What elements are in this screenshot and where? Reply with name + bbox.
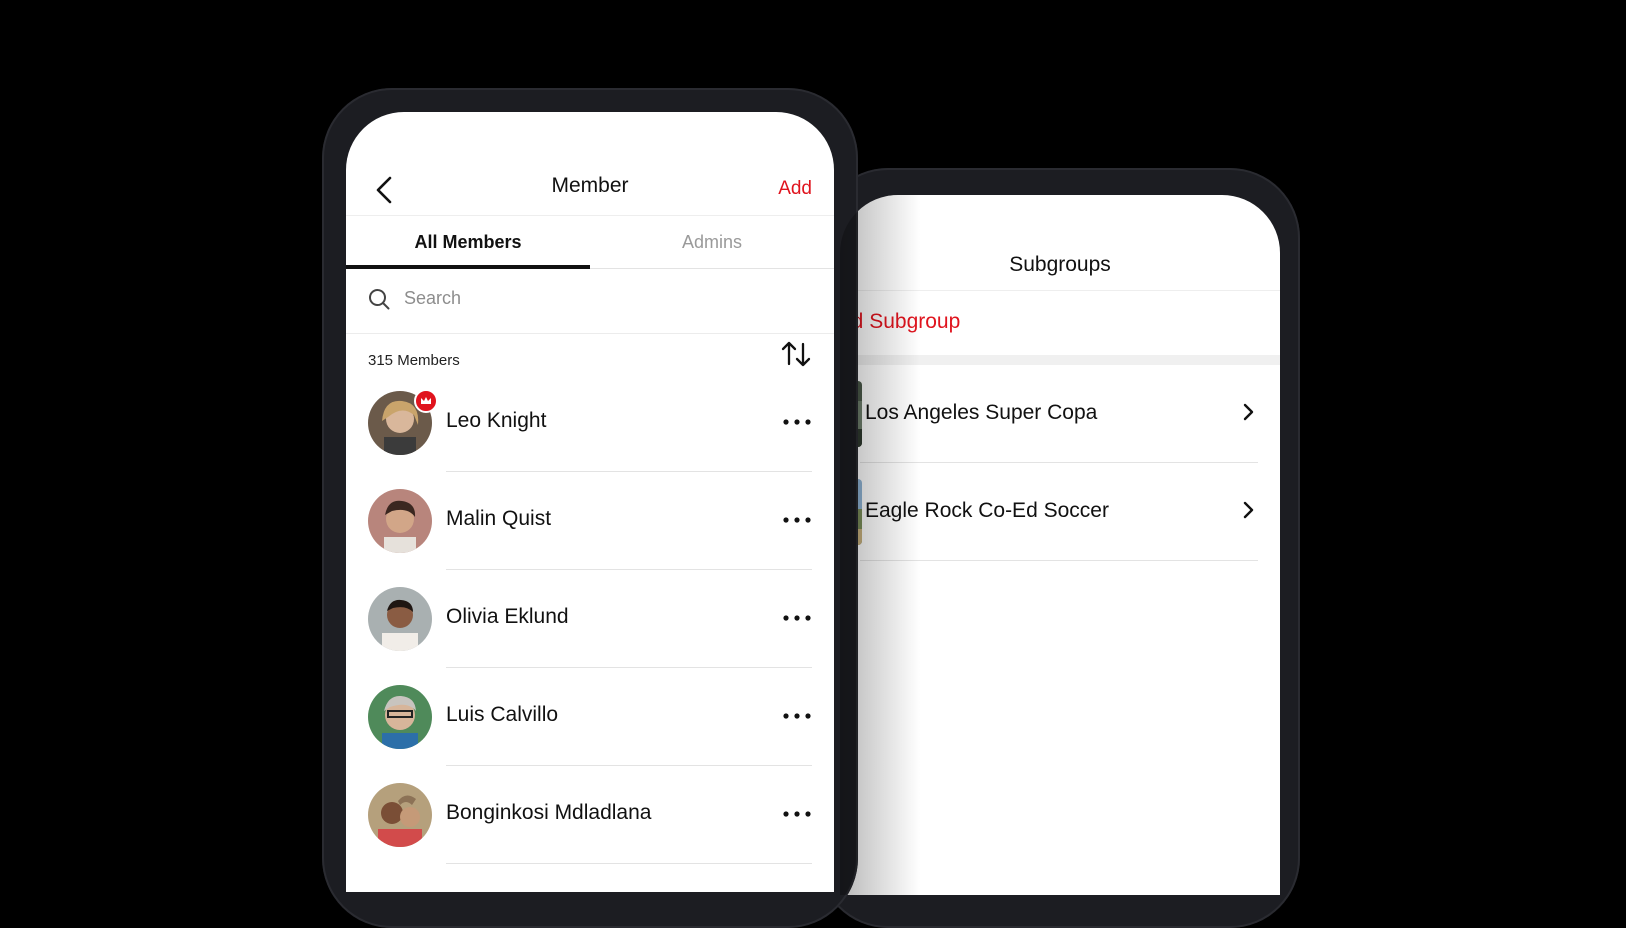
add-member-button[interactable]: Add (778, 178, 812, 200)
page-title: Subgroups (1009, 253, 1111, 276)
member-row[interactable]: Olivia Eklund (346, 570, 834, 668)
search-input[interactable]: Search (404, 288, 461, 309)
tab-bar: All Members Admins (346, 215, 834, 269)
member-name: Leo Knight (446, 409, 547, 432)
member-name: Malin Quist (446, 507, 552, 530)
member-count: 315 Members (368, 352, 460, 369)
member-row[interactable]: Bonginkosi Mdladlana (346, 766, 834, 864)
avatar (368, 685, 432, 749)
tab-admins[interactable]: Admins (590, 216, 834, 268)
sort-icon[interactable] (780, 338, 812, 370)
member-row[interactable]: Malin Quist (346, 472, 834, 570)
member-name: Luis Calvillo (446, 703, 559, 726)
subgroups-screen: Subgroups Add Subgroup Los Angeles Super… (840, 195, 1280, 895)
search-icon (369, 289, 390, 310)
header-divider (840, 290, 1280, 291)
row-divider (860, 560, 1258, 561)
chevron-right-icon (1243, 501, 1254, 519)
chevron-right-icon (1243, 403, 1254, 421)
subgroup-name: Eagle Rock Co-Ed Soccer (865, 499, 1109, 522)
search-bar[interactable]: Search (346, 268, 834, 334)
members-screen: Member Add All Members Admins Search 315… (346, 112, 834, 892)
avatar (368, 783, 432, 847)
admin-crown-icon (414, 389, 438, 413)
page-title: Member (551, 174, 629, 197)
tab-all-members[interactable]: All Members (346, 216, 590, 269)
member-name: Olivia Eklund (446, 605, 569, 628)
subgroup-name: Los Angeles Super Copa (865, 401, 1098, 424)
more-options-icon[interactable] (782, 614, 812, 622)
member-row[interactable]: Leo Knight (346, 374, 834, 472)
member-row[interactable]: Luis Calvillo (346, 668, 834, 766)
section-divider (840, 355, 1280, 365)
row-divider (446, 863, 812, 864)
more-options-icon[interactable] (782, 516, 812, 524)
more-options-icon[interactable] (782, 712, 812, 720)
subgroup-row[interactable]: Eagle Rock Co-Ed Soccer (840, 463, 1280, 561)
avatar (368, 489, 432, 553)
member-name: Bonginkosi Mdladlana (446, 801, 652, 824)
more-options-icon[interactable] (782, 810, 812, 818)
avatar (368, 587, 432, 651)
subgroup-row[interactable]: Los Angeles Super Copa (840, 365, 1280, 463)
more-options-icon[interactable] (782, 418, 812, 426)
add-subgroup-button[interactable]: Add Subgroup (840, 310, 960, 334)
